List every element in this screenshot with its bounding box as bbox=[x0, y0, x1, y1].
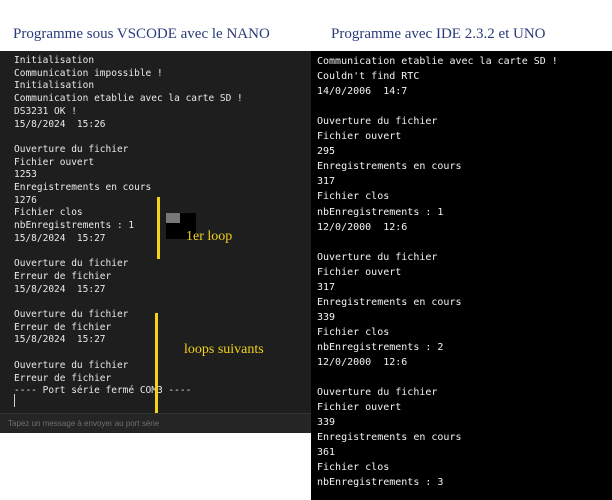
vscode-output-line: Communication impossible ! bbox=[14, 67, 163, 79]
vscode-output-line: Ouverture du fichier bbox=[14, 143, 129, 155]
vscode-output-line: Fichier ouvert bbox=[14, 156, 95, 168]
ide-output-line: Fichier clos bbox=[317, 191, 390, 203]
ide-output-line: 12/0/2000 12:6 bbox=[317, 357, 408, 368]
ide-output-line: Ouverture du fichier bbox=[317, 116, 438, 128]
vscode-output-line: Ouverture du fichier bbox=[14, 359, 129, 371]
annotation-bracket-first-loop bbox=[157, 197, 160, 259]
vscode-output-line: nbEnregistrements : 1 bbox=[14, 220, 135, 232]
vscode-output-line: Enregistrements en cours bbox=[14, 182, 152, 193]
vscode-output-line: Ouverture du fichier bbox=[14, 309, 129, 320]
right-caption: Programme avec IDE 2.3.2 et UNO bbox=[331, 26, 546, 42]
ide-output-line: Enregistrements en cours bbox=[317, 161, 462, 173]
ide-output-line: Fichier clos bbox=[317, 462, 390, 474]
text-cursor bbox=[14, 394, 15, 407]
vscode-output-line: DS3231 OK ! bbox=[14, 105, 77, 117]
vscode-output-line: 15/8/2024 15:27 bbox=[14, 283, 106, 295]
ide-output-line: nbEnregistrements : 3 bbox=[317, 477, 444, 489]
ide-output-line: 317 bbox=[317, 176, 336, 188]
ide-output-line: Enregistrements en cours bbox=[317, 432, 462, 444]
ide-output-line: Communication etablie avec la carte SD ! bbox=[317, 56, 558, 67]
ide-output-line: 361 bbox=[317, 447, 336, 459]
ide-output-line: 295 bbox=[317, 146, 336, 158]
vscode-output-line: ---- Port série fermé COM3 ---- bbox=[14, 385, 192, 397]
ide-output-line: nbEnregistrements : 2 bbox=[317, 341, 444, 353]
ide-output-line: Ouverture du fichier bbox=[317, 387, 438, 399]
ide-output-line: Fichier ouvert bbox=[317, 131, 402, 143]
annotation-first-loop: 1er loop bbox=[186, 229, 233, 244]
vscode-output-line: Communication etablie avec la carte SD ! bbox=[14, 93, 243, 105]
ide-output-line: nbEnregistrements : 1 bbox=[317, 206, 444, 218]
left-caption: Programme sous VSCODE avec le NANO bbox=[13, 26, 270, 42]
ide-output-line: 339 bbox=[317, 311, 336, 323]
vscode-output-line: Ouverture du fichier bbox=[14, 258, 129, 270]
vscode-output-line: 15/8/2024 15:27 bbox=[14, 334, 106, 346]
ide-output-line: 339 bbox=[317, 417, 336, 429]
ide-output-line: Enregistrements en cours bbox=[317, 296, 462, 308]
vscode-output-line: Erreur de fichier bbox=[14, 321, 112, 333]
ide-output-line: Fichier ouvert bbox=[317, 266, 402, 278]
ide-output-line: 317 bbox=[317, 281, 336, 293]
vscode-output-line: Initialisation bbox=[14, 55, 95, 66]
ide-output-line: Fichier clos bbox=[317, 326, 390, 338]
vscode-output-line: 15/8/2024 15:27 bbox=[14, 232, 106, 244]
ide-output-line: Ouverture du fichier bbox=[317, 251, 438, 263]
vscode-output-line: Erreur de fichier bbox=[14, 372, 112, 384]
vscode-output-line: Fichier clos bbox=[14, 207, 83, 219]
ide-output-line: 14/0/2006 14:7 bbox=[317, 86, 408, 98]
vscode-output-line: Initialisation bbox=[14, 80, 95, 92]
annotation-next-loops: loops suivants bbox=[184, 342, 264, 357]
ide-output-line: Couldn't find RTC bbox=[317, 71, 420, 83]
redaction-block-shade bbox=[166, 213, 180, 223]
vscode-output-line: 1253 bbox=[14, 169, 37, 181]
vscode-output-line: Erreur de fichier bbox=[14, 270, 112, 282]
vscode-output-line: 1276 bbox=[14, 194, 37, 206]
vscode-output-line: 15/8/2024 15:26 bbox=[14, 118, 106, 130]
serial-message-input[interactable]: Tapez un message à envoyer au port série bbox=[0, 413, 311, 433]
ide-serial-monitor[interactable]: Communication etablie avec la carte SD !… bbox=[311, 51, 612, 500]
ide-output-line: 12/0/2000 12:6 bbox=[317, 221, 408, 233]
ide-output-line: Fichier ouvert bbox=[317, 402, 402, 414]
annotation-bracket-next-loops bbox=[155, 313, 158, 417]
vscode-serial-monitor: Initialisation Communication impossible !… bbox=[0, 51, 311, 433]
